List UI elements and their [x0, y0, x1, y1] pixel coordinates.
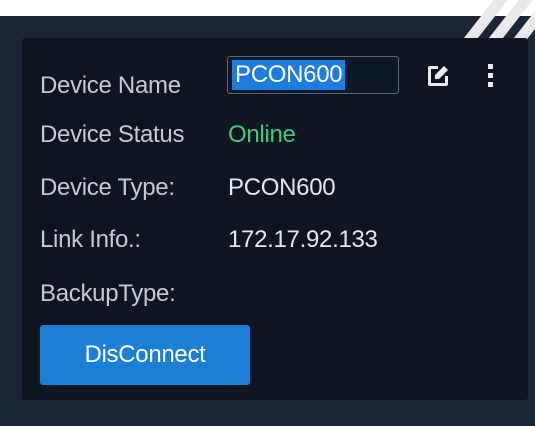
disconnect-button[interactable]: DisConnect	[40, 325, 250, 385]
link-info-label: Link Info.:	[40, 226, 141, 253]
backup-type-label: BackupType:	[40, 280, 176, 307]
device-name-value: PCON600	[232, 60, 346, 90]
edit-button[interactable]	[421, 60, 455, 92]
more-vertical-icon	[488, 64, 493, 87]
device-status-value: Online	[228, 121, 296, 148]
more-options-button[interactable]	[481, 60, 501, 92]
device-name-label: Device Name	[40, 72, 181, 99]
device-type-value: PCON600	[228, 174, 336, 201]
device-name-field[interactable]: PCON600	[227, 56, 399, 94]
device-type-label: Device Type:	[40, 174, 175, 201]
screenshot-frame: Device Name PCON600 Device Status Online…	[0, 0, 535, 426]
link-info-value: 172.17.92.133	[228, 226, 378, 253]
edit-icon	[428, 66, 448, 86]
device-status-label: Device Status	[40, 121, 185, 148]
